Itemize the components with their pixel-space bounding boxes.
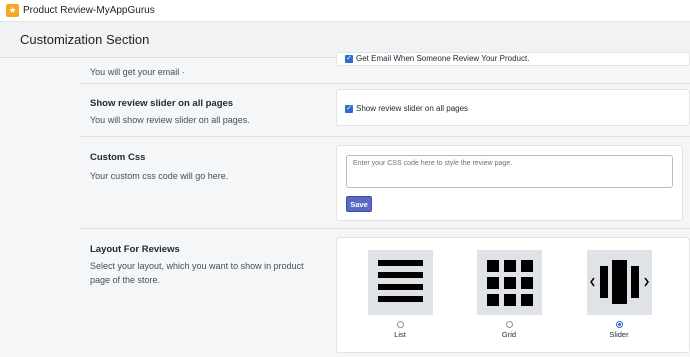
app-topbar: ★ Product Review-MyAppGurus: [0, 0, 690, 22]
slider-setting-card: ✓ Show review slider on all pages: [336, 89, 690, 126]
email-checkbox-label: Get Email When Someone Review Your Produ…: [356, 54, 530, 63]
email-setting-card: ✓ Get Email When Someone Review Your Pro…: [336, 52, 690, 66]
css-setting-desc: Your custom css code will go here.: [90, 171, 229, 181]
slider-setting-desc: You will show review slider on all pages…: [90, 115, 250, 125]
layout-setting-title: Layout For Reviews: [90, 244, 180, 255]
checkmark-icon: ✓: [345, 104, 353, 113]
slider-checkbox[interactable]: ✓ Show review slider on all pages: [345, 104, 468, 113]
list-layout-icon[interactable]: [367, 250, 433, 315]
layout-label-list: List: [394, 330, 406, 339]
layout-setting-row: Layout For Reviews Select your layout, w…: [80, 229, 690, 357]
css-setting-row: Custom Css Your custom css code will go …: [80, 137, 690, 229]
layout-option-slider[interactable]: Slider: [586, 250, 652, 339]
slider-setting-title: Show review slider on all pages: [90, 98, 234, 109]
layout-label-slider: Slider: [609, 330, 629, 339]
custom-css-input[interactable]: [346, 155, 673, 188]
layout-radio-slider[interactable]: [615, 321, 623, 328]
email-setting-row: You will get your email · ✓ Get Email Wh…: [80, 52, 690, 84]
slider-checkbox-label: Show review slider on all pages: [356, 104, 469, 113]
star-icon: ★: [6, 4, 19, 17]
layout-radio-grid[interactable]: [505, 321, 513, 328]
checkmark-icon: ✓: [345, 54, 353, 63]
layout-option-list[interactable]: List: [367, 250, 433, 339]
layout-option-grid[interactable]: Grid: [476, 250, 542, 339]
email-setting-desc: You will get your email ·: [90, 67, 185, 77]
layout-setting-desc: Select your layout, which you want to sh…: [90, 261, 304, 285]
slider-layout-graphic: [589, 260, 649, 304]
grid-layout-icon[interactable]: [476, 250, 542, 315]
email-checkbox[interactable]: ✓ Get Email When Someone Review Your Pro…: [345, 54, 529, 63]
layout-setting-card: List Grid Slider: [336, 237, 690, 353]
slider-layout-icon[interactable]: [586, 250, 652, 315]
slider-setting-row: Show review slider on all pages You will…: [80, 84, 690, 137]
page-title: Customization Section: [20, 32, 150, 47]
app-title: Product Review-MyAppGurus: [23, 5, 155, 16]
layout-label-grid: Grid: [501, 330, 517, 339]
save-button[interactable]: Save: [346, 196, 372, 212]
settings-content: You will get your email · ✓ Get Email Wh…: [0, 52, 690, 357]
layout-radio-list[interactable]: [396, 321, 404, 328]
css-setting-card: Save: [336, 145, 683, 221]
css-setting-title: Custom Css: [90, 152, 146, 163]
